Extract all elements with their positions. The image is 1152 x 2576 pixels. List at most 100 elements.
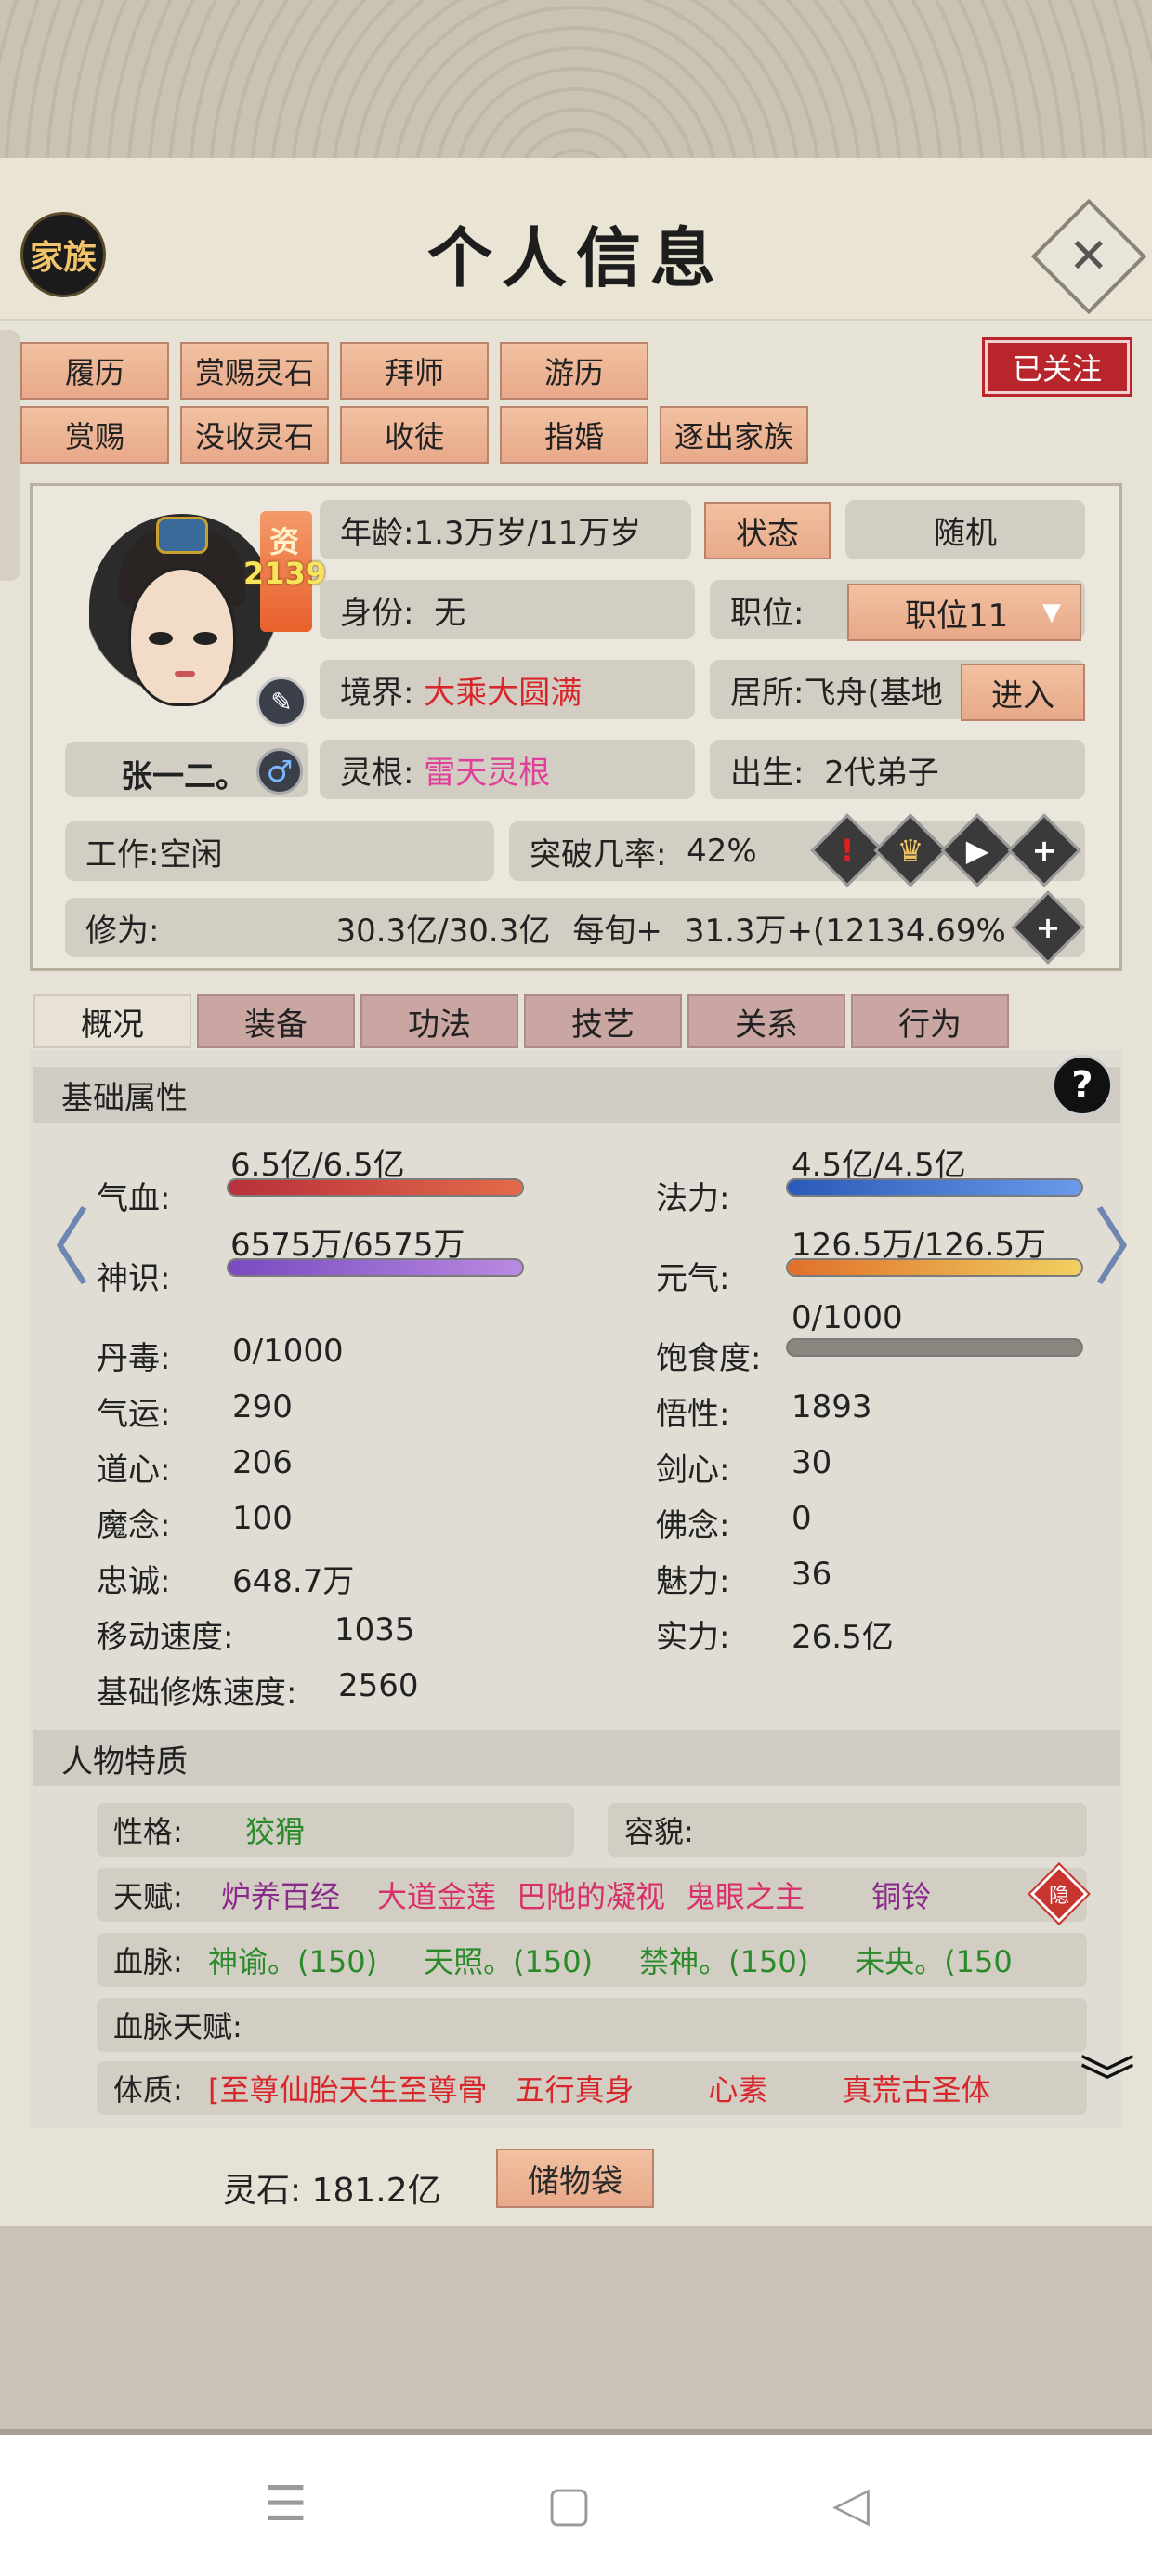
personality-row: 性格: 狡猾 xyxy=(97,1803,574,1857)
bloodline-label: 血脉: xyxy=(113,1944,183,1979)
cultivation-pill: 修为: 30.3亿/30.3亿 每旬+ 31.3万+(12134.69% xyxy=(65,898,1085,957)
physique-item[interactable]: 真荒古圣体 xyxy=(843,2067,991,2109)
traits-header: 人物特质 xyxy=(33,1730,1120,1786)
stat-value: 36 xyxy=(792,1556,832,1593)
cultivation-value: 30.3亿/30.3亿 xyxy=(335,912,551,950)
appearance-row: 容貌: xyxy=(608,1803,1087,1857)
stat-value: 100 xyxy=(232,1500,293,1537)
help-icon[interactable]: ? xyxy=(1052,1055,1113,1116)
appearance-label: 容貌: xyxy=(624,1814,694,1849)
stat-value: 1035 xyxy=(334,1611,415,1649)
shenshi-bar xyxy=(227,1258,524,1277)
bloodline-item[interactable]: 神谕。(150) xyxy=(208,1939,377,1981)
travel-button[interactable]: 游历 xyxy=(500,342,648,400)
enter-button[interactable]: 进入 xyxy=(961,664,1085,721)
next-character-icon[interactable]: 〉 xyxy=(1093,1180,1152,1301)
position-label: 职位: xyxy=(730,594,805,632)
apprentice-to-button[interactable]: 拜师 xyxy=(340,342,489,400)
birth-value: 2代弟子 xyxy=(824,754,939,792)
talent-item[interactable]: 大道金莲 xyxy=(377,1873,496,1916)
position-select[interactable]: 职位11 ▼ xyxy=(847,584,1081,641)
physique-row: 体质: [至尊仙胎天生至尊骨 五行真身 心素 真荒古圣体 xyxy=(97,2061,1087,2115)
home-icon[interactable]: ▢ xyxy=(546,2477,592,2532)
scroll-handle[interactable] xyxy=(0,330,20,581)
talent-item[interactable]: 鬼眼之主 xyxy=(686,1873,805,1916)
stat-label: 魔念: xyxy=(97,1507,171,1544)
basic-attributes-header: 基础属性 xyxy=(33,1067,1120,1123)
bloodline-talent-row: 血脉天赋: xyxy=(97,1998,1087,2052)
breakthrough-label: 突破几率: xyxy=(530,835,667,874)
qixue-label: 气血: xyxy=(97,1180,171,1217)
avatar-mouth xyxy=(175,671,195,677)
edit-icon[interactable]: ✎ xyxy=(256,677,307,727)
meditate-icon: ♛ xyxy=(897,833,924,868)
spirit-root-pill: 灵根: 雷天灵根 xyxy=(320,740,695,799)
baoshi-label: 饱食度: xyxy=(656,1340,762,1377)
job-value: 空闲 xyxy=(159,835,223,874)
cultivation-label: 修为: xyxy=(85,912,160,950)
tab-arts[interactable]: 技艺 xyxy=(524,994,682,1048)
identity-label: 身份: xyxy=(340,594,414,632)
reward-stones-button[interactable]: 赏赐灵石 xyxy=(180,342,329,400)
take-disciple-button[interactable]: 收徒 xyxy=(340,406,489,464)
identity-pill: 身份: 无 xyxy=(320,580,695,639)
prev-character-icon[interactable]: 〈 xyxy=(7,1180,91,1301)
arrange-marriage-button[interactable]: 指婚 xyxy=(500,406,648,464)
bloodline-talent-label: 血脉天赋: xyxy=(113,2009,242,2044)
stat-label: 道心: xyxy=(97,1452,171,1489)
yuanqi-bar xyxy=(786,1258,1083,1277)
yuanqi-label: 元气: xyxy=(656,1260,730,1297)
avatar-crown xyxy=(156,517,208,554)
bloodline-item[interactable]: 禁神。(150) xyxy=(639,1939,808,1981)
stat-label: 气运: xyxy=(97,1396,171,1433)
fali-label: 法力: xyxy=(656,1180,730,1217)
storage-bag-button[interactable]: 储物袋 xyxy=(496,2149,654,2208)
family-button[interactable]: 家族 xyxy=(20,212,106,297)
stat-value: 290 xyxy=(232,1388,293,1426)
tab-behavior[interactable]: 行为 xyxy=(851,994,1009,1048)
bottom-decor-band xyxy=(0,2226,1152,2435)
physique-item[interactable]: 心素 xyxy=(709,2067,768,2109)
history-button[interactable]: 履历 xyxy=(20,342,169,400)
position-value: 职位11 xyxy=(905,597,1009,635)
birth-pill: 出生: 2代弟子 xyxy=(710,740,1085,799)
baoshi-bar xyxy=(786,1338,1083,1357)
male-icon: ♂ xyxy=(256,748,303,795)
job-pill: 工作: 空闲 xyxy=(65,821,494,881)
tab-skills[interactable]: 功法 xyxy=(360,994,518,1048)
follow-badge[interactable]: 已关注 xyxy=(982,337,1132,397)
realm-label: 境界: xyxy=(340,674,414,712)
talent-item[interactable]: 巴阤的凝视 xyxy=(517,1873,665,1916)
stat-value: 30 xyxy=(792,1444,832,1481)
age-value: 1.3万岁/11万岁 xyxy=(413,514,642,552)
stat-value: 648.7万 xyxy=(232,1563,355,1600)
close-icon: ✕ xyxy=(1068,228,1109,284)
expel-button[interactable]: 逐出家族 xyxy=(660,406,808,464)
stat-value: 1893 xyxy=(792,1388,872,1426)
status-button[interactable]: 状态 xyxy=(704,502,831,559)
tab-relations[interactable]: 关系 xyxy=(687,994,845,1048)
avatar-eye xyxy=(149,632,173,645)
expand-down-icon[interactable]: ︾ xyxy=(1080,2056,1135,2111)
bloodline-item[interactable]: 未央。(150 xyxy=(855,1939,1013,1981)
confiscate-stones-button[interactable]: 没收灵石 xyxy=(180,406,329,464)
root-value: 雷天灵根 xyxy=(424,754,551,792)
bloodline-item[interactable]: 天照。(150) xyxy=(424,1939,593,1981)
stat-value: 0/1000 xyxy=(232,1333,344,1370)
talent-item[interactable]: 铜铃 xyxy=(871,1873,931,1916)
play-icon: ▶ xyxy=(965,833,989,868)
tab-equipment[interactable]: 装备 xyxy=(197,994,355,1048)
age-label: 年龄: xyxy=(340,514,414,552)
stat-label: 实力: xyxy=(656,1619,730,1656)
job-label: 工作: xyxy=(85,835,160,874)
realm-value: 大乘大圆满 xyxy=(424,674,583,712)
fali-bar xyxy=(786,1178,1083,1197)
talent-item[interactable]: 炉养百经 xyxy=(221,1873,340,1916)
back-icon[interactable]: ◁ xyxy=(832,2477,870,2532)
random-button[interactable]: 随机 xyxy=(845,500,1085,559)
reward-button[interactable]: 赏赐 xyxy=(20,406,169,464)
menu-icon[interactable]: ☰ xyxy=(264,2477,308,2532)
tab-overview[interactable]: 概况 xyxy=(33,994,191,1048)
physique-item[interactable]: [至尊仙胎天生至尊骨 xyxy=(208,2067,488,2109)
physique-item[interactable]: 五行真身 xyxy=(516,2067,635,2109)
